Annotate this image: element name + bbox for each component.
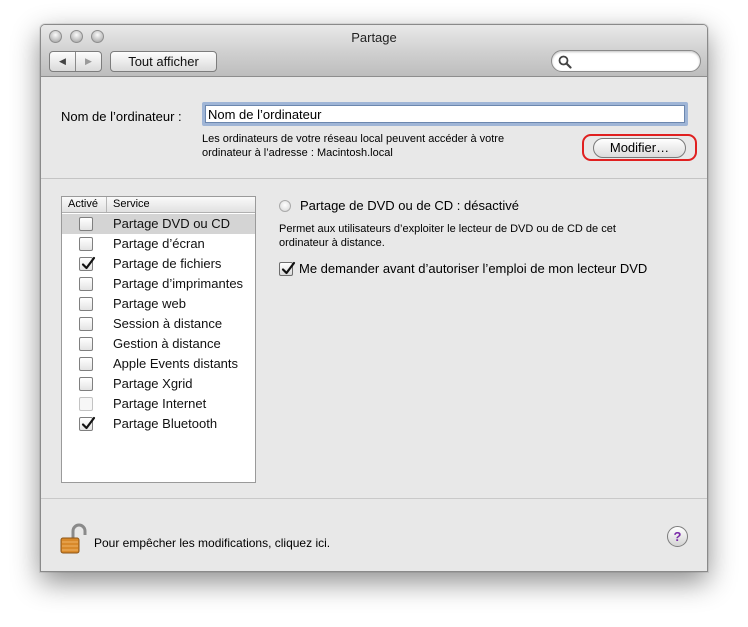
service-checkbox (79, 397, 93, 411)
service-row[interactable]: Gestion à distance (62, 334, 255, 354)
description-line: ordinateur à distance. (279, 237, 385, 249)
computer-name-section: Nom de l’ordinateur : Nom de l’ordinateu… (41, 78, 707, 179)
service-checkbox[interactable] (79, 416, 96, 431)
service-row[interactable]: Partage web (62, 294, 255, 314)
computer-name-label: Nom de l’ordinateur : (61, 109, 182, 124)
service-row[interactable]: Apple Events distants (62, 354, 255, 374)
checkmark-icon (81, 256, 96, 270)
service-checkbox[interactable] (79, 217, 93, 231)
nav-buttons: ◀ ▶ (49, 51, 102, 72)
search-icon (558, 55, 572, 69)
service-label: Apple Events distants (113, 356, 239, 371)
window-title: Partage (351, 30, 397, 45)
service-row[interactable]: Partage Xgrid (62, 374, 255, 394)
service-label: Session à distance (113, 316, 223, 331)
ask-before-checkbox[interactable] (279, 261, 296, 276)
service-checkbox[interactable] (79, 317, 93, 331)
forward-button[interactable]: ▶ (75, 52, 101, 71)
show-all-button[interactable]: Tout afficher (110, 51, 217, 72)
service-row[interactable]: Partage d’imprimantes (62, 274, 255, 294)
service-checkbox[interactable] (79, 297, 93, 311)
column-header-active[interactable]: Activé (68, 198, 98, 210)
service-row[interactable]: Partage DVD ou CD (62, 214, 255, 234)
checkmark-icon (281, 261, 296, 275)
lock-open-icon[interactable] (59, 523, 89, 555)
service-row[interactable]: Partage d’écran (62, 234, 255, 254)
service-checkbox[interactable] (79, 377, 93, 391)
help-button[interactable]: ? (667, 526, 688, 547)
search-field[interactable] (551, 50, 701, 72)
services-table[interactable]: Activé Service Partage DVD ou CD Partage … (61, 196, 256, 483)
service-checkbox[interactable] (79, 256, 96, 271)
service-row[interactable]: Partage de fichiers (62, 254, 255, 274)
description-line: Les ordinateurs de votre réseau local pe… (202, 133, 505, 145)
service-label: Partage Xgrid (113, 376, 193, 391)
service-label: Partage DVD ou CD (113, 216, 231, 231)
service-label: Gestion à distance (113, 336, 221, 351)
service-checkbox[interactable] (79, 357, 93, 371)
service-description: Permet aux utilisateurs d’exploiter le l… (279, 222, 689, 250)
table-header: Activé Service (62, 197, 255, 213)
service-checkbox[interactable] (79, 277, 93, 291)
status-indicator-icon (279, 200, 291, 212)
description-line: Permet aux utilisateurs d’exploiter le l… (279, 223, 616, 235)
column-divider (106, 197, 107, 212)
footer-bar: Pour empêcher les modifications, cliquez… (41, 498, 707, 571)
back-arrow-icon: ◀ (59, 56, 66, 66)
ask-before-label[interactable]: Me demander avant d’autoriser l’emploi d… (299, 261, 647, 276)
checkmark-icon (81, 416, 96, 430)
service-label: Partage Internet (113, 396, 207, 411)
column-header-service[interactable]: Service (113, 198, 150, 210)
forward-arrow-icon: ▶ (85, 56, 92, 66)
service-label: Partage web (113, 296, 186, 311)
description-line: ordinateur à l’adresse : Macintosh.local (202, 147, 393, 159)
lock-instruction-text: Pour empêcher les modifications, cliquez… (94, 536, 331, 550)
service-label: Partage Bluetooth (113, 416, 218, 431)
back-button[interactable]: ◀ (50, 52, 75, 71)
service-row[interactable]: Session à distance (62, 314, 255, 334)
titlebar: Partage ◀ ▶ Tout afficher (41, 25, 707, 77)
service-row[interactable]: Partage Bluetooth (62, 414, 255, 434)
service-checkbox[interactable] (79, 237, 93, 251)
computer-address-description: Les ordinateurs de votre réseau local pe… (202, 132, 562, 160)
system-preferences-window: Partage ◀ ▶ Tout afficher Nom de l’ordin… (40, 24, 708, 572)
service-checkbox[interactable] (79, 337, 93, 351)
service-label: Partage de fichiers (113, 256, 222, 271)
service-row[interactable]: Partage Internet (62, 394, 255, 414)
service-status-title: Partage de DVD ou de CD : désactivé (300, 198, 519, 213)
service-label: Partage d’imprimantes (113, 276, 244, 291)
services-section: Activé Service Partage DVD ou CD Partage … (41, 180, 707, 498)
computer-name-field[interactable]: Nom de l’ordinateur (202, 102, 688, 126)
service-label: Partage d’écran (113, 236, 205, 251)
modify-button[interactable]: Modifier… (593, 138, 686, 158)
